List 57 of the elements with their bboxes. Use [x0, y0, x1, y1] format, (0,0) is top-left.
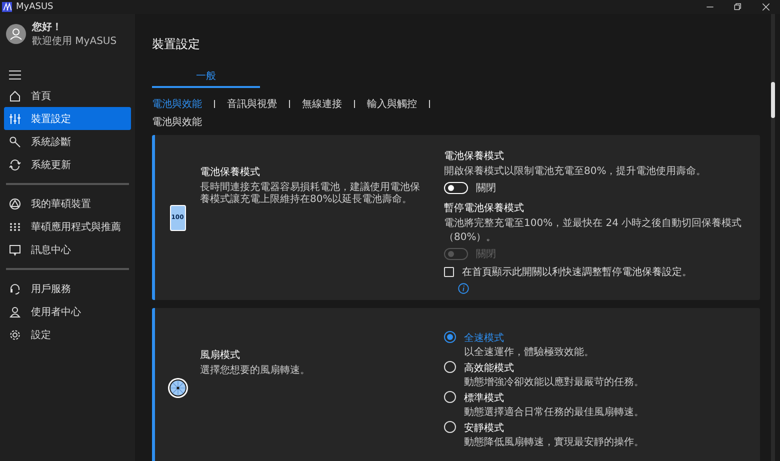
- tab[interactable]: 一般: [152, 69, 260, 88]
- sidebar-item[interactable]: 用戶服務: [4, 277, 131, 300]
- page-title: 裝置設定: [152, 36, 201, 53]
- user-icon: [9, 306, 21, 318]
- option-label: 安靜模式: [464, 422, 505, 435]
- option-label: 全速模式: [464, 332, 505, 345]
- setting-description: 電池將完整充電至100%，並最快在 24 小時之後自動切回保養模式（80%）。: [444, 216, 743, 244]
- welcome-text: 歡迎使用 MyASUS: [32, 34, 117, 48]
- window-title: MyASUS: [16, 2, 54, 12]
- card-title: 風扇模式: [200, 348, 241, 362]
- message-icon: [9, 244, 21, 256]
- sidebar-item[interactable]: 華碩應用程式與推薦: [4, 215, 131, 238]
- radio-button[interactable]: [444, 331, 456, 343]
- sliders-icon: [9, 112, 21, 124]
- option-description: 以全速運作，體驗極致效能。: [464, 346, 594, 359]
- menu-icon[interactable]: [9, 70, 21, 80]
- info-icon[interactable]: [458, 283, 469, 294]
- sidebar-item[interactable]: 首頁: [4, 84, 131, 107]
- subtab[interactable]: 無線連接: [302, 97, 342, 111]
- subtab[interactable]: 音訊與視覺: [227, 97, 277, 111]
- sidebar-item[interactable]: 訊息中心: [4, 238, 131, 261]
- close-icon[interactable]: [762, 3, 770, 11]
- subtab[interactable]: 輸入與觸控: [367, 97, 417, 111]
- sidebar-item[interactable]: 使用者中心: [4, 300, 131, 323]
- toggle-label: 關閉: [476, 248, 496, 261]
- greeting-text: 您好！: [32, 20, 63, 34]
- toggle-label: 關閉: [476, 182, 496, 195]
- setting-description: 開啟保養模式以限制電池充電至80%，提升電池使用壽命。: [444, 164, 708, 178]
- app-logo-icon: [2, 2, 12, 12]
- setting-title: 電池保養模式: [444, 150, 505, 163]
- card-title: 電池保養模式: [200, 166, 261, 179]
- setting-title: 暫停電池保養模式: [444, 202, 525, 215]
- restore-icon[interactable]: [734, 3, 742, 11]
- sidebar-item[interactable]: 設定: [4, 323, 131, 346]
- sidebar-item[interactable]: 系統更新: [4, 153, 131, 176]
- sidebar-item[interactable]: 系統診斷: [4, 130, 131, 153]
- option-label: 高效能模式: [464, 362, 515, 375]
- settings-icon: [9, 328, 21, 340]
- device-icon: [9, 198, 21, 210]
- card-description: 長時間連接充電器容易損耗電池，建議使用電池保養模式讓充電上限維持在80%以延長電池壽命。: [200, 182, 421, 206]
- option-description: 動態降低風扇轉速，實現最安靜的操作。: [464, 436, 644, 449]
- refresh-icon: [9, 158, 21, 170]
- fan-icon: [166, 377, 188, 399]
- section-heading: 電池與效能: [152, 116, 203, 129]
- checkbox-label: 在首頁顯示此開關以利快速調整暫停電池保養設定。: [462, 266, 692, 279]
- card-description: 選擇您想要的風扇轉速。: [200, 365, 311, 377]
- grid-icon: [9, 220, 21, 232]
- subtab[interactable]: 電池與效能: [152, 97, 202, 111]
- option-label: 標準模式: [464, 392, 505, 405]
- sidebar-item[interactable]: 裝置設定: [4, 107, 131, 130]
- option-description: 動態選擇適合日常任務的最佳風扇轉速。: [464, 406, 644, 419]
- option-description: 動態增強冷卻效能以應對最嚴苛的任務。: [464, 376, 644, 389]
- headset-icon: [9, 282, 21, 294]
- home-icon: [9, 90, 21, 102]
- avatar-icon: [6, 24, 26, 44]
- checkbox[interactable]: [444, 267, 454, 277]
- sidebar-item[interactable]: 我的華碩裝置: [4, 192, 131, 215]
